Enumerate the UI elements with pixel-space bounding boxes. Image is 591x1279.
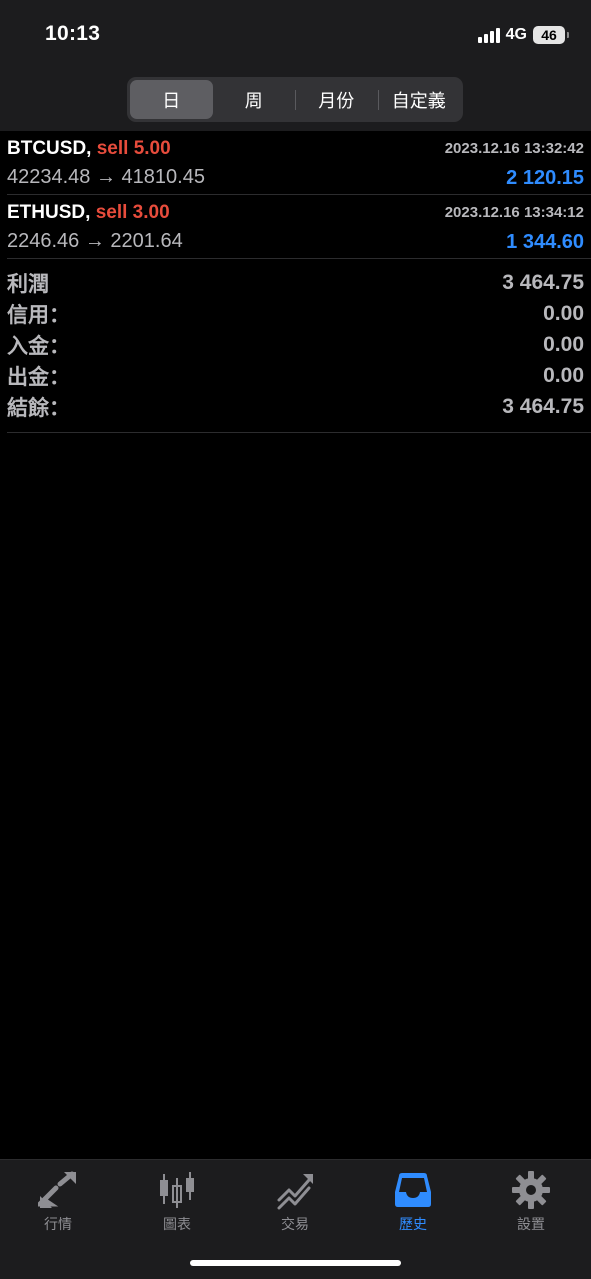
summary-value: 3 464.75	[502, 270, 584, 294]
trade-icon	[255, 1170, 335, 1210]
tab-label: 行情	[44, 1216, 72, 1232]
period-segmented-control: 日 周 月份 自定義	[127, 77, 463, 122]
segment-month[interactable]: 月份	[295, 80, 378, 119]
trade-symbol: BTCUSD,	[7, 138, 92, 159]
trade-prices: 2246.46 → 2201.64	[7, 230, 183, 252]
summary-label: 出金：	[7, 365, 70, 389]
summary-value: 0.00	[543, 301, 584, 325]
trade-row[interactable]: ETHUSD, sell 3.00 2023.12.16 13:34:12 22…	[7, 195, 591, 259]
settings-gear-icon	[491, 1170, 571, 1210]
segment-day[interactable]: 日	[130, 80, 213, 119]
summary-value: 0.00	[543, 363, 584, 387]
summary-label: 結餘：	[7, 396, 70, 420]
account-summary: 利潤 3 464.75 信用： 0.00 入金： 0.00 出金： 0.00 結…	[7, 259, 591, 433]
cellular-signal-icon	[477, 27, 500, 43]
history-list: BTCUSD, sell 5.00 2023.12.16 13:32:42 42…	[0, 131, 591, 433]
summary-label: 信用：	[7, 303, 70, 327]
tab-trade[interactable]: 交易	[255, 1170, 335, 1234]
summary-credit: 信用： 0.00	[7, 298, 591, 329]
trade-datetime: 2023.12.16 13:34:12	[444, 204, 584, 221]
summary-withdrawal: 出金： 0.00	[7, 360, 591, 391]
tab-settings[interactable]: 設置	[491, 1170, 571, 1234]
trade-profit: 2 120.15	[506, 167, 584, 189]
bottom-tab-bar: 行情 圖表 交易 歷史 設置	[0, 1159, 591, 1279]
summary-balance: 結餘： 3 464.75	[7, 391, 591, 422]
trade-side: sell 5.00	[96, 138, 171, 159]
summary-label: 入金：	[7, 334, 70, 358]
trade-title: BTCUSD, sell 5.00	[7, 138, 171, 160]
summary-label: 利潤	[7, 272, 49, 296]
summary-value: 3 464.75	[502, 394, 584, 418]
trade-prices: 42234.48 → 41810.45	[7, 166, 205, 188]
battery-icon: 46	[533, 26, 569, 44]
trade-datetime: 2023.12.16 13:32:42	[444, 140, 584, 157]
tab-label: 設置	[517, 1216, 545, 1232]
tab-history[interactable]: 歷史	[373, 1170, 453, 1234]
tab-label: 歷史	[399, 1216, 427, 1232]
summary-value: 0.00	[543, 332, 584, 356]
trade-side: sell 3.00	[95, 202, 170, 223]
summary-deposit: 入金： 0.00	[7, 329, 591, 360]
trade-row[interactable]: BTCUSD, sell 5.00 2023.12.16 13:32:42 42…	[7, 131, 591, 195]
trade-profit: 1 344.60	[506, 231, 584, 253]
history-inbox-icon	[373, 1170, 453, 1210]
network-type: 4G	[505, 26, 527, 43]
summary-profit: 利潤 3 464.75	[7, 267, 591, 298]
battery-level: 46	[541, 27, 557, 43]
history-screen: 10:13 4G 46 日 周 月份 自定義 BTCUSD, sell 5.00…	[0, 0, 591, 1279]
home-indicator[interactable]	[190, 1260, 401, 1266]
tab-label: 圖表	[163, 1216, 191, 1232]
trade-symbol: ETHUSD,	[7, 202, 91, 223]
segment-week[interactable]: 周	[213, 80, 296, 119]
tab-chart[interactable]: 圖表	[137, 1170, 217, 1234]
header: 10:13 4G 46 日 周 月份 自定義	[0, 0, 591, 131]
status-time: 10:13	[45, 22, 101, 45]
quotes-icon	[18, 1170, 98, 1210]
tab-quotes[interactable]: 行情	[18, 1170, 98, 1234]
segment-custom[interactable]: 自定義	[377, 80, 461, 119]
tab-label: 交易	[281, 1216, 309, 1232]
trade-title: ETHUSD, sell 3.00	[7, 202, 170, 224]
chart-candles-icon	[137, 1170, 217, 1210]
status-indicators: 4G 46	[477, 24, 569, 46]
